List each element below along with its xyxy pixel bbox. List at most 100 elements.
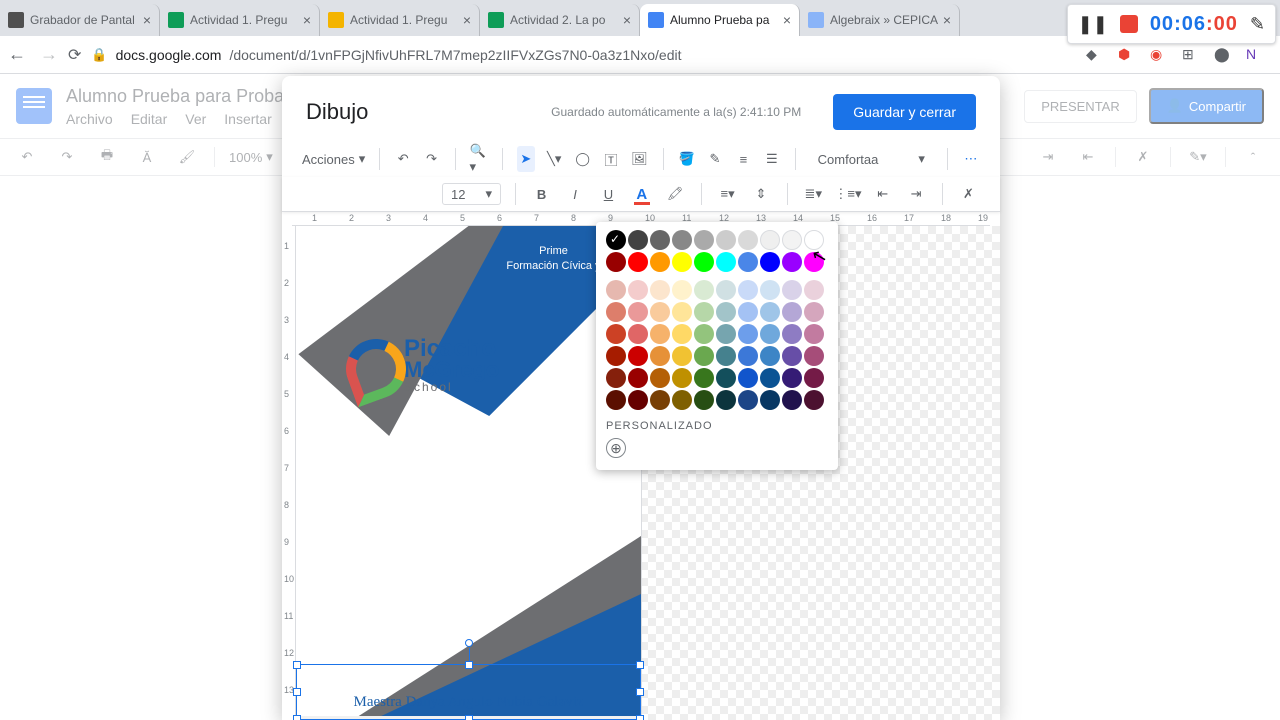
forward-icon[interactable]: →	[40, 44, 58, 65]
color-swatch[interactable]	[628, 390, 648, 410]
text-color-button[interactable]: A	[630, 181, 653, 207]
close-tab-icon[interactable]: ×	[303, 12, 311, 28]
back-icon[interactable]: ←	[8, 44, 26, 65]
color-swatch[interactable]	[606, 390, 626, 410]
fill-color-icon[interactable]: 🪣	[677, 146, 695, 172]
resize-handle[interactable]	[465, 715, 473, 720]
color-swatch[interactable]	[738, 390, 758, 410]
color-swatch[interactable]	[804, 368, 824, 388]
color-swatch[interactable]	[672, 324, 692, 344]
color-swatch[interactable]	[760, 324, 780, 344]
color-swatch[interactable]	[804, 390, 824, 410]
resize-handle[interactable]	[293, 715, 301, 720]
color-swatch[interactable]	[760, 252, 780, 272]
color-swatch[interactable]	[694, 346, 714, 366]
actions-menu[interactable]: Acciones ▾	[302, 151, 365, 167]
color-swatch[interactable]	[606, 368, 626, 388]
color-swatch[interactable]	[716, 324, 736, 344]
shape-tool-icon[interactable]: ◯	[573, 146, 591, 172]
ext-icon[interactable]: N	[1246, 46, 1264, 64]
color-swatch[interactable]	[738, 346, 758, 366]
color-swatch[interactable]	[760, 390, 780, 410]
color-swatch[interactable]	[804, 302, 824, 322]
color-swatch[interactable]	[716, 252, 736, 272]
color-swatch[interactable]	[694, 368, 714, 388]
pen-icon[interactable]: ✎	[1250, 14, 1265, 35]
border-weight-icon[interactable]: ≡	[734, 146, 752, 172]
color-swatch[interactable]	[782, 390, 802, 410]
color-swatch[interactable]	[628, 252, 648, 272]
color-swatch[interactable]	[672, 252, 692, 272]
color-swatch[interactable]	[606, 280, 626, 300]
ext-icon[interactable]: ⬢	[1118, 46, 1136, 64]
highlight-color-icon[interactable]: 🖍	[664, 181, 687, 207]
browser-tab[interactable]: Actividad 2. La po×	[480, 4, 640, 36]
color-swatch[interactable]	[760, 230, 780, 250]
color-swatch[interactable]	[760, 302, 780, 322]
color-swatch[interactable]	[694, 252, 714, 272]
browser-tab[interactable]: Algebraix » CEPICA×	[800, 4, 960, 36]
address-bar[interactable]: 🔒 docs.google.com/document/d/1vnFPGjNfiv…	[91, 47, 1068, 63]
color-swatch[interactable]	[628, 324, 648, 344]
color-swatch[interactable]	[716, 368, 736, 388]
close-tab-icon[interactable]: ×	[463, 12, 471, 28]
color-swatch[interactable]	[694, 390, 714, 410]
font-family-select[interactable]: Comfortaa▾	[810, 151, 933, 167]
reload-icon[interactable]: ⟳	[68, 45, 81, 65]
add-custom-color-button[interactable]: ⊕	[606, 438, 626, 458]
indent-increase-icon[interactable]: ⇥	[904, 181, 927, 207]
numbered-list-icon[interactable]: ≣▾	[802, 181, 825, 207]
color-swatch[interactable]	[606, 324, 626, 344]
font-size-select[interactable]: 12▾	[442, 183, 501, 205]
zoom-icon[interactable]: 🔍▾	[470, 146, 488, 172]
color-swatch[interactable]	[782, 346, 802, 366]
color-swatch[interactable]	[694, 324, 714, 344]
color-swatch[interactable]	[804, 324, 824, 344]
color-swatch[interactable]	[782, 230, 802, 250]
color-swatch[interactable]	[672, 230, 692, 250]
color-swatch[interactable]	[738, 324, 758, 344]
resize-handle[interactable]	[465, 661, 473, 669]
color-swatch[interactable]	[738, 302, 758, 322]
bold-icon[interactable]: B	[530, 181, 553, 207]
line-spacing-icon[interactable]: ⇕	[749, 181, 772, 207]
image-tool-icon[interactable]: 🖼	[630, 146, 648, 172]
color-swatch[interactable]	[716, 346, 736, 366]
border-color-icon[interactable]: ✎	[706, 146, 724, 172]
color-swatch[interactable]	[782, 302, 802, 322]
color-swatch[interactable]	[650, 324, 670, 344]
color-swatch[interactable]	[782, 368, 802, 388]
color-swatch[interactable]	[782, 252, 802, 272]
color-swatch[interactable]	[650, 368, 670, 388]
pause-icon[interactable]: ❚❚	[1078, 14, 1108, 35]
color-swatch[interactable]	[650, 302, 670, 322]
color-swatch[interactable]	[716, 302, 736, 322]
underline-icon[interactable]: U	[597, 181, 620, 207]
color-swatch[interactable]	[760, 346, 780, 366]
rotate-handle[interactable]	[465, 639, 473, 647]
color-swatch[interactable]	[650, 346, 670, 366]
ext-icon[interactable]: ◉	[1150, 46, 1168, 64]
align-icon[interactable]: ≡▾	[716, 181, 739, 207]
select-tool-icon[interactable]: ➤	[517, 146, 535, 172]
color-swatch[interactable]	[672, 280, 692, 300]
color-swatch[interactable]	[606, 302, 626, 322]
browser-tab[interactable]: Actividad 1. Pregu×	[160, 4, 320, 36]
color-swatch[interactable]	[606, 252, 626, 272]
save-and-close-button[interactable]: Guardar y cerrar	[833, 94, 976, 130]
color-swatch[interactable]	[672, 368, 692, 388]
color-swatch[interactable]	[628, 346, 648, 366]
color-swatch[interactable]	[716, 280, 736, 300]
school-logo[interactable]: Picacho McGrego School	[341, 316, 601, 416]
stop-icon[interactable]	[1120, 15, 1138, 33]
color-swatch[interactable]	[804, 346, 824, 366]
color-swatch[interactable]	[694, 280, 714, 300]
color-swatch[interactable]	[738, 230, 758, 250]
clear-format-icon[interactable]: ✗	[957, 181, 980, 207]
color-swatch[interactable]	[738, 252, 758, 272]
color-swatch[interactable]	[716, 230, 736, 250]
undo-icon[interactable]: ↶	[394, 146, 412, 172]
line-tool-icon[interactable]: ╲▾	[545, 146, 563, 172]
textbox-content[interactable]: Maestra Danya Angulo Nubia Galaviz	[297, 694, 640, 711]
browser-tab[interactable]: Alumno Prueba pa×	[640, 4, 800, 36]
